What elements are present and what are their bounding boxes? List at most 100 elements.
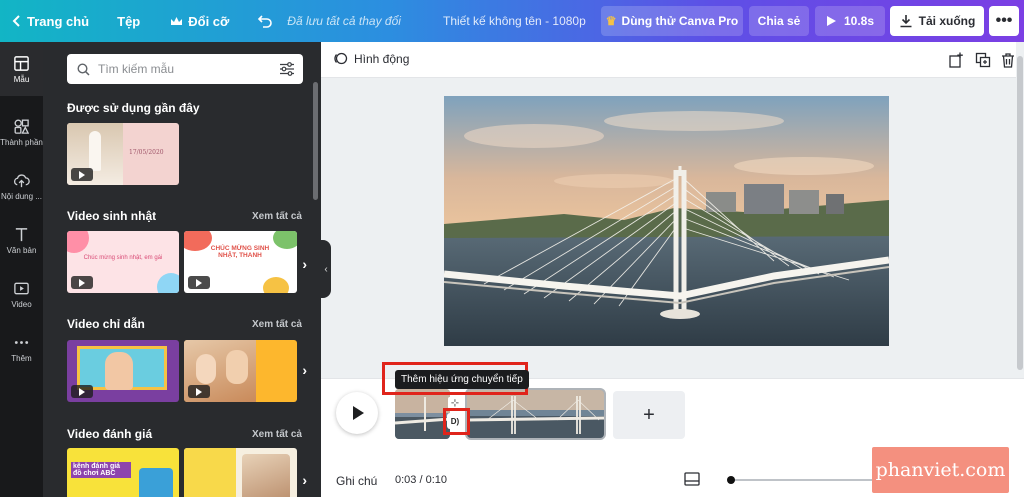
- timeline-clip-2[interactable]: [465, 388, 606, 440]
- share-button[interactable]: Chia sẻ: [749, 6, 809, 36]
- rail-label: Thành phần: [0, 137, 43, 147]
- panel-scrollbar[interactable]: [313, 82, 318, 200]
- timeline-clip-1[interactable]: [395, 389, 450, 439]
- chevron-right-icon[interactable]: ›: [302, 472, 307, 488]
- design-canvas[interactable]: [444, 96, 889, 346]
- bridge-video-frame: [444, 96, 889, 346]
- rail-item-video[interactable]: Video: [0, 267, 43, 321]
- clip-thumbnail: [395, 389, 450, 439]
- thumb-child: [226, 350, 248, 384]
- transition-tooltip: Thêm hiệu ứng chuyển tiếp: [395, 370, 529, 389]
- thumb-toy: [139, 468, 173, 497]
- duration-label: 10.8s: [843, 14, 875, 28]
- more-icon: [14, 340, 29, 344]
- section-title-recent: Được sử dụng gần đây: [67, 101, 200, 115]
- see-all-birthday[interactable]: Xem tất cả: [252, 211, 302, 222]
- time-readout: 0:03 / 0:10: [395, 474, 447, 486]
- rail-label: Văn bản: [6, 245, 37, 255]
- try-pro-button[interactable]: ♛ Dùng thử Canva Pro: [601, 6, 743, 36]
- timeline-play-button[interactable]: [336, 392, 378, 434]
- templates-icon: [14, 55, 29, 71]
- download-icon: [900, 15, 912, 28]
- rail-item-uploads[interactable]: Nội dung ...: [0, 159, 43, 213]
- templates-panel: Được sử dụng gần đây 17/05/2020 Video si…: [43, 42, 321, 497]
- thumb-text: Chúc mừng sinh nhật, em gái: [83, 255, 163, 261]
- video-badge-icon: [71, 385, 93, 398]
- download-button[interactable]: Tải xuống: [890, 6, 984, 36]
- animate-label: Hình động: [354, 51, 410, 66]
- chevron-left-icon: [12, 15, 20, 27]
- video-badge-icon: [188, 385, 210, 398]
- section-title-tutorial: Video chỉ dẫn: [67, 317, 145, 331]
- video-badge-icon: [188, 276, 210, 289]
- thumb-decor: [67, 231, 89, 253]
- thumb-decor: [157, 273, 179, 293]
- template-thumb-recent[interactable]: 17/05/2020: [67, 123, 179, 185]
- video-badge-icon: [71, 168, 93, 181]
- template-thumb-review-2[interactable]: [184, 448, 297, 497]
- search-input[interactable]: [98, 62, 258, 76]
- zoom-slider-track[interactable]: [731, 479, 881, 481]
- thumb-decor: [273, 231, 297, 249]
- rail-label: Video: [11, 299, 32, 309]
- zoom-slider-knob[interactable]: [727, 476, 735, 484]
- thumb-child: [196, 354, 216, 384]
- chevron-right-icon[interactable]: ›: [302, 256, 307, 272]
- download-label: Tải xuống: [918, 14, 976, 28]
- top-bar: Trang chủ Tệp Đổi cỡ Đã lưu tất cả thay …: [0, 0, 1024, 42]
- add-page-icon[interactable]: [948, 52, 964, 68]
- collapse-panel-button[interactable]: ‹: [321, 240, 331, 298]
- add-clip-button[interactable]: +: [613, 391, 685, 439]
- scroll-thumb[interactable]: [1017, 56, 1023, 370]
- video-badge-icon: [71, 276, 93, 289]
- rail-item-text[interactable]: Văn bản: [0, 213, 43, 267]
- template-search[interactable]: [67, 54, 303, 84]
- crown-icon: ♛: [605, 14, 617, 28]
- share-label: Chia sẻ: [757, 14, 801, 28]
- thumb-photo: [242, 454, 290, 497]
- rail-item-more[interactable]: Thêm: [0, 321, 43, 375]
- delete-page-icon[interactable]: [1000, 52, 1016, 68]
- elements-icon: [14, 119, 30, 134]
- file-menu[interactable]: Tệp: [117, 14, 140, 29]
- canvas-scrollbar[interactable]: [1016, 42, 1024, 378]
- notes-button[interactable]: Ghi chú: [336, 474, 377, 488]
- rail-label: Mẫu: [13, 74, 30, 84]
- more-options-button[interactable]: •••: [989, 6, 1019, 36]
- save-status: Đã lưu tất cả thay đổi: [287, 14, 401, 28]
- undo-icon: [258, 15, 273, 28]
- rail-label: Nội dung ...: [1, 191, 42, 201]
- file-label: Tệp: [117, 13, 141, 29]
- upload-cloud-icon: [14, 173, 30, 187]
- clip-thumbnail: [467, 390, 604, 438]
- side-rail: Mẫu Thành phần Nội dung ... Văn bản Vide…: [0, 42, 43, 497]
- template-thumb-tutorial-2[interactable]: [184, 340, 297, 402]
- rail-label: Thêm: [11, 353, 32, 363]
- watermark: phanviet.com: [872, 447, 1009, 493]
- undo-button[interactable]: [257, 14, 273, 28]
- template-thumb-review-1[interactable]: kênh đánh giá đồ chơi ABC: [67, 448, 179, 497]
- resize-label: Đổi cỡ: [188, 13, 230, 29]
- animation-icon: [334, 52, 348, 65]
- template-thumb-tutorial-1[interactable]: [67, 340, 179, 402]
- template-thumb-birthday-2[interactable]: CHÚC MỪNG SINH NHẬT, THANH: [184, 231, 297, 293]
- duplicate-page-icon[interactable]: [975, 52, 991, 68]
- preview-play-button[interactable]: 10.8s: [815, 6, 885, 36]
- animate-button[interactable]: Hình động: [333, 51, 409, 66]
- rail-item-elements[interactable]: Thành phần: [0, 105, 43, 159]
- see-all-tutorial[interactable]: Xem tất cả: [252, 319, 302, 330]
- design-title[interactable]: Thiết kế không tên - 1080p: [443, 14, 586, 28]
- grid-view-icon[interactable]: [684, 472, 700, 486]
- thumb-child: [105, 352, 133, 390]
- see-all-review[interactable]: Xem tất cả: [252, 429, 302, 440]
- filter-icon[interactable]: [279, 61, 295, 77]
- chevron-right-icon[interactable]: ›: [302, 362, 307, 378]
- home-button[interactable]: Trang chủ: [12, 14, 89, 29]
- template-thumb-birthday-1[interactable]: Chúc mừng sinh nhật, em gái: [67, 231, 179, 293]
- thumb-block: [184, 448, 236, 497]
- resize-button[interactable]: Đổi cỡ: [170, 14, 229, 29]
- try-pro-label: Dùng thử Canva Pro: [621, 14, 739, 28]
- rail-item-templates[interactable]: Mẫu: [0, 42, 43, 96]
- thumb-figure: [89, 131, 101, 171]
- search-icon: [77, 62, 90, 76]
